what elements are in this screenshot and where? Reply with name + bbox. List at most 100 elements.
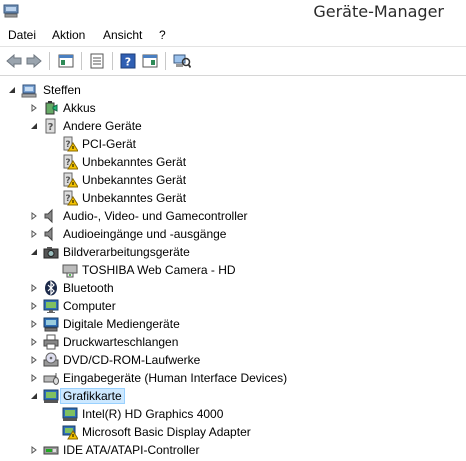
tree-node[interactable]: Druckwarteschlangen xyxy=(0,333,466,351)
camera-icon xyxy=(43,244,59,260)
toolbar: ? xyxy=(0,47,466,76)
collapsed-arrow-icon[interactable] xyxy=(29,355,39,365)
tree-node[interactable]: Audioeingänge und -ausgänge xyxy=(0,225,466,243)
tree-node[interactable]: ? Unbekanntes Gerät xyxy=(0,189,466,207)
toolbar-separator xyxy=(49,52,50,70)
tree-label: Andere Geräte xyxy=(63,119,142,133)
collapsed-arrow-icon[interactable] xyxy=(29,103,39,113)
tree-label: Audioeingänge und -ausgänge xyxy=(63,227,227,241)
unknown-device-warning-icon: ? xyxy=(62,154,79,170)
expanded-arrow-icon[interactable] xyxy=(29,391,39,401)
tree-label: Grafikkarte xyxy=(60,388,125,404)
hid-icon xyxy=(43,370,59,386)
media-device-icon xyxy=(43,316,59,332)
collapsed-arrow-icon[interactable] xyxy=(29,373,39,383)
monitor-icon xyxy=(43,298,59,314)
disc-drive-icon xyxy=(43,352,59,368)
window-title: Geräte-Manager xyxy=(313,2,444,21)
help-icon[interactable]: ? xyxy=(118,51,138,71)
tree-root[interactable]: Steffen xyxy=(0,81,466,99)
tree-node[interactable]: Bildverarbeitungsgeräte xyxy=(0,243,466,261)
tree-node[interactable]: Akkus xyxy=(0,99,466,117)
tree-label: TOSHIBA Web Camera - HD xyxy=(82,263,236,277)
collapsed-arrow-icon[interactable] xyxy=(29,319,39,329)
tree-label: Audio-, Video- und Gamecontroller xyxy=(63,209,248,223)
menu-ansicht[interactable]: Ansicht xyxy=(103,28,142,42)
tree-node[interactable]: Eingabegeräte (Human Interface Devices) xyxy=(0,369,466,387)
tree-label: Bildverarbeitungsgeräte xyxy=(63,245,190,259)
ide-controller-icon xyxy=(43,442,59,458)
menu-bar: Datei Aktion Ansicht ? xyxy=(0,25,466,47)
tree-label: Microsoft Basic Display Adapter xyxy=(82,425,251,439)
tree-node[interactable]: Microsoft Basic Display Adapter xyxy=(0,423,466,441)
tree-node[interactable]: ? Andere Geräte xyxy=(0,117,466,135)
speaker-icon xyxy=(43,226,59,242)
svg-text:?: ? xyxy=(48,122,54,133)
tree-label: Digitale Mediengeräte xyxy=(63,317,180,331)
tree-label: Computer xyxy=(63,299,116,313)
back-icon[interactable] xyxy=(4,51,24,71)
tree-node[interactable]: DVD/CD-ROM-Laufwerke xyxy=(0,351,466,369)
toolbar-separator xyxy=(165,52,166,70)
tree-label: Intel(R) HD Graphics 4000 xyxy=(82,407,224,421)
unknown-device-warning-icon: ? xyxy=(62,172,79,188)
tree-node[interactable]: Digitale Mediengeräte xyxy=(0,315,466,333)
expanded-arrow-icon[interactable] xyxy=(29,247,39,257)
tree-label: DVD/CD-ROM-Laufwerke xyxy=(63,353,201,367)
webcam-icon xyxy=(62,262,78,278)
tree-node[interactable]: ? Unbekanntes Gerät xyxy=(0,171,466,189)
other-devices-icon: ? xyxy=(43,118,59,134)
tree-node[interactable]: IDE ATA/ATAPI-Controller xyxy=(0,441,466,459)
show-hide-console-tree-icon[interactable] xyxy=(56,51,76,71)
bluetooth-icon xyxy=(43,280,59,296)
device-tree: Steffen Akkus ? Andere Geräte ? PCI-Gerä… xyxy=(0,76,466,459)
display-adapter-icon xyxy=(62,406,78,422)
speaker-icon xyxy=(43,208,59,224)
collapsed-arrow-icon[interactable] xyxy=(29,229,39,239)
toolbar-separator xyxy=(81,52,82,70)
scan-hardware-icon[interactable] xyxy=(172,51,192,71)
tree-label: IDE ATA/ATAPI-Controller xyxy=(63,443,200,457)
computer-icon xyxy=(21,82,37,98)
tree-node-selected[interactable]: Grafikkarte xyxy=(0,387,466,405)
collapsed-arrow-icon[interactable] xyxy=(29,211,39,221)
menu-datei[interactable]: Datei xyxy=(8,28,36,42)
tree-label: Steffen xyxy=(43,83,81,97)
tree-label: PCI-Gerät xyxy=(82,137,137,151)
tree-label: Eingabegeräte (Human Interface Devices) xyxy=(63,371,288,385)
tree-label: Druckwarteschlangen xyxy=(63,335,179,349)
title-bar: Geräte-Manager xyxy=(0,0,466,24)
printer-icon xyxy=(43,334,59,350)
console-view-icon[interactable] xyxy=(140,51,160,71)
collapsed-arrow-icon[interactable] xyxy=(29,445,39,455)
collapsed-arrow-icon[interactable] xyxy=(29,337,39,347)
device-manager-app-icon[interactable] xyxy=(3,4,19,18)
tree-label: Unbekanntes Gerät xyxy=(82,155,187,169)
svg-text:?: ? xyxy=(125,56,131,69)
unknown-device-warning-icon: ? xyxy=(62,190,79,206)
tree-label: Bluetooth xyxy=(63,281,114,295)
tree-node[interactable]: Audio-, Video- und Gamecontroller xyxy=(0,207,466,225)
tree-label: Unbekanntes Gerät xyxy=(82,173,187,187)
collapsed-arrow-icon[interactable] xyxy=(29,301,39,311)
tree-node[interactable]: TOSHIBA Web Camera - HD xyxy=(0,261,466,279)
tree-label: Akkus xyxy=(63,101,96,115)
display-adapter-icon xyxy=(43,388,59,404)
expanded-arrow-icon[interactable] xyxy=(29,121,39,131)
collapsed-arrow-icon[interactable] xyxy=(29,283,39,293)
tree-node[interactable]: Bluetooth xyxy=(0,279,466,297)
battery-icon xyxy=(43,100,59,116)
display-adapter-warning-icon xyxy=(62,424,79,440)
menu-aktion[interactable]: Aktion xyxy=(52,28,85,42)
tree-node[interactable]: ? Unbekanntes Gerät xyxy=(0,153,466,171)
forward-icon[interactable] xyxy=(24,51,44,71)
menu-help[interactable]: ? xyxy=(159,28,166,42)
toolbar-separator xyxy=(112,52,113,70)
tree-node[interactable]: ? PCI-Gerät xyxy=(0,135,466,153)
tree-node[interactable]: Computer xyxy=(0,297,466,315)
tree-node[interactable]: Intel(R) HD Graphics 4000 xyxy=(0,405,466,423)
unknown-device-warning-icon: ? xyxy=(62,136,79,152)
expanded-arrow-icon[interactable] xyxy=(7,85,17,95)
properties-icon[interactable] xyxy=(87,51,107,71)
tree-label: Unbekanntes Gerät xyxy=(82,191,187,205)
